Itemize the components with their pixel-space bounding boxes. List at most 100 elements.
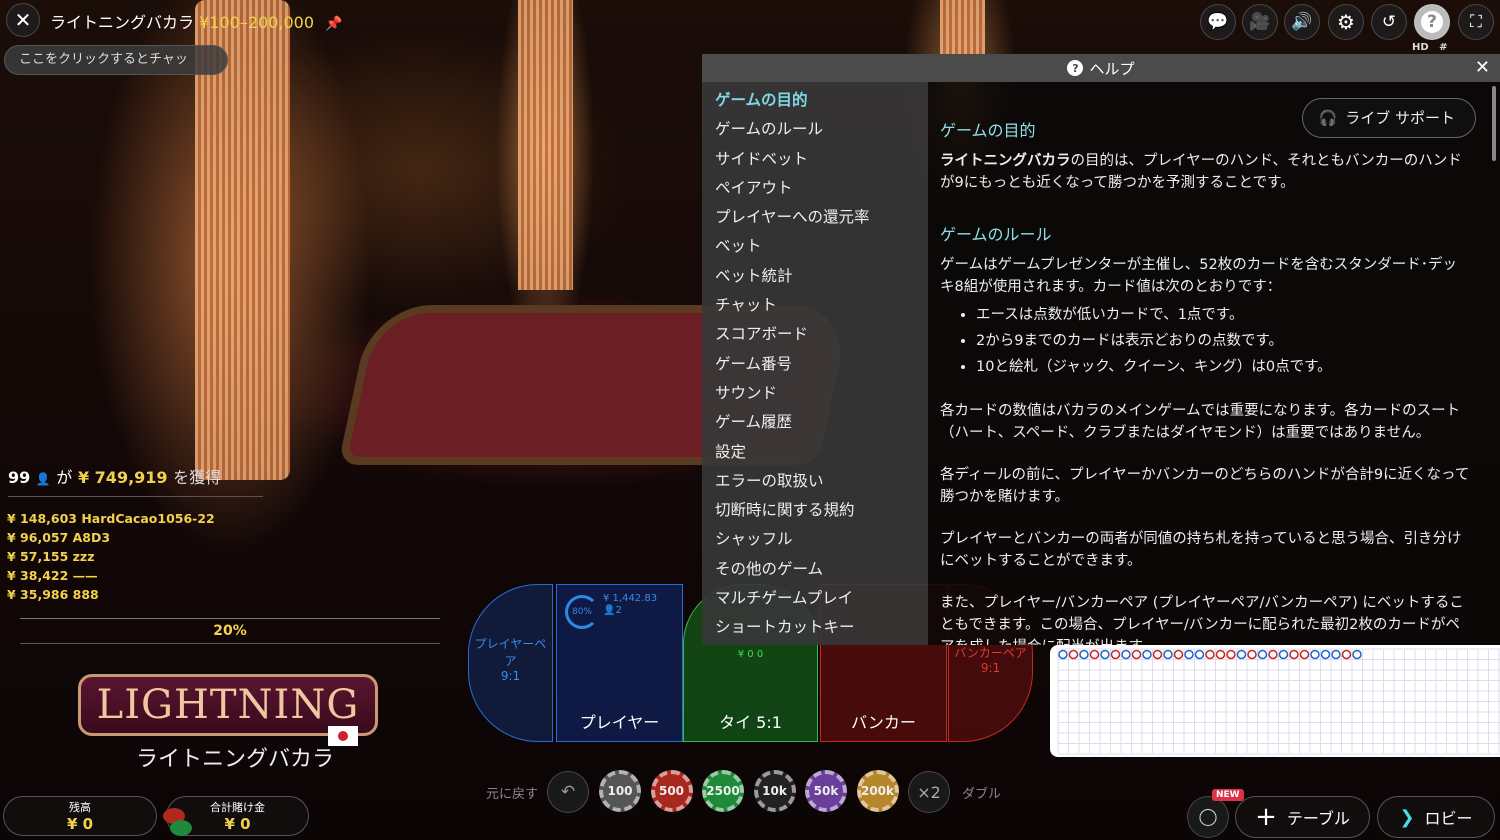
scoreboard[interactable] xyxy=(1050,645,1500,757)
add-table-label: テーブル xyxy=(1286,809,1350,828)
chip-10k[interactable]: 10k xyxy=(753,770,796,812)
help-menu-item[interactable]: その他のゲーム xyxy=(702,555,928,584)
video-button[interactable]: 🎥 xyxy=(1242,4,1278,40)
bead-road-mark xyxy=(1352,649,1362,660)
undo-label: 元に戻す xyxy=(486,787,539,802)
logo-text: LIGHTNING xyxy=(96,682,360,728)
lobby-button[interactable]: ❯ ロビー xyxy=(1377,796,1495,838)
close-help-button[interactable]: ✕ xyxy=(1475,57,1490,78)
pillar xyxy=(940,0,985,60)
close-icon: ✕ xyxy=(14,8,32,32)
live-support-button[interactable]: 🎧 ライブ サポート xyxy=(1301,98,1476,138)
bead-road-mark xyxy=(1079,649,1089,660)
help-menu-item[interactable]: プレイヤーへの還元率 xyxy=(702,203,928,232)
multi-table-button[interactable]: ◯ xyxy=(1187,796,1229,838)
history-button[interactable]: ↺ xyxy=(1371,4,1407,40)
video-icon: 🎥 xyxy=(1249,12,1271,32)
player-bet-percent: 80% xyxy=(565,595,599,629)
help-menu-item[interactable]: スコアボード xyxy=(702,320,928,349)
paragraph: ゲームはゲームプレゼンターが主催し、52枚のカードを含むスタンダード･デッキ8組… xyxy=(940,257,1457,295)
help-title: ヘルプ xyxy=(1089,59,1135,78)
double-button[interactable]: ×2 xyxy=(908,771,950,813)
help-menu-item[interactable]: 切断時に関する規約 xyxy=(702,496,928,525)
paragraph: プレイヤーとバンカーの両者が同値の持ち札を持っていると思う場合、引き分けにベット… xyxy=(940,531,1462,569)
help-menu-item[interactable]: ペイアウト xyxy=(702,174,928,203)
chat-input[interactable]: ここをクリックするとチャッ xyxy=(4,45,228,75)
player-bet-stats: ¥ 1,442.83 👤2 xyxy=(603,593,657,617)
bold-game-name: ライトニングバカラ xyxy=(940,153,1071,169)
person-icon: 👤 xyxy=(35,472,51,486)
sound-icon: 🔊 xyxy=(1291,12,1313,32)
help-menu-item[interactable]: 設定 xyxy=(702,438,928,467)
bead-road-mark xyxy=(1068,649,1079,660)
help-panel: ? ヘルプ ✕ ゲームの目的 ゲームのルール サイドベット ペイアウト プレイヤーへの還… xyxy=(702,54,1500,645)
chip-2500[interactable]: 2500 xyxy=(702,770,744,812)
help-menu-item[interactable]: マルチゲームプレイ xyxy=(702,584,928,613)
paragraph: 各ディールの前に、プレイヤーかバンカーのどちらのハンドが合計9に近くなって勝つか… xyxy=(940,467,1470,505)
bead-road-mark xyxy=(1236,649,1247,660)
paragraph: また、プレイヤー/バンカーペア (プレイヤーペア/バンカーペア) にベットするこ… xyxy=(940,595,1464,645)
settings-button[interactable]: ⚙ xyxy=(1328,4,1364,40)
bead-road-mark xyxy=(1163,649,1173,660)
help-menu-item[interactable]: チャット xyxy=(702,291,928,320)
fullscreen-icon: ⛶ xyxy=(1470,12,1482,32)
sound-button[interactable]: 🔊 xyxy=(1284,4,1320,40)
pin-icon[interactable]: 📌 xyxy=(325,16,342,32)
total-bet-value: ¥ 0 xyxy=(224,815,251,833)
help-menu-item[interactable]: サイドベット xyxy=(702,145,928,174)
chat-icon: 💬 xyxy=(1207,12,1229,32)
help-button[interactable]: ? xyxy=(1414,4,1450,40)
paragraph: 各カードの数値はバカラのメインゲームでは重要になります。各カードのスート（ハート… xyxy=(940,403,1461,441)
logo-subtitle: ライトニングバカラ xyxy=(136,747,335,772)
help-menu-item[interactable]: シャッフル xyxy=(702,525,928,554)
undo-button[interactable]: ↶ xyxy=(547,771,589,813)
title-text: ライトニングバカラ xyxy=(50,13,195,32)
winner-item: ¥ 148,603 HardCacao1056-22 xyxy=(7,511,215,526)
banker-pair-label: バンカーペア xyxy=(954,645,1027,660)
bead-road-mark xyxy=(1289,649,1299,660)
winner-item: ¥ 35,986 888 xyxy=(7,587,99,602)
help-menu-item[interactable]: ベット xyxy=(702,232,928,261)
help-menu-item[interactable]: ショートカットキー xyxy=(702,613,928,642)
winner-count: 99 xyxy=(8,468,31,487)
winnings-total: ¥ 749,919 xyxy=(77,468,168,487)
scrollbar[interactable] xyxy=(1492,86,1496,161)
help-menu-item[interactable]: エラーの取扱い xyxy=(702,467,928,496)
add-table-button[interactable]: + テーブル xyxy=(1235,796,1370,838)
fullscreen-button[interactable]: ⛶ xyxy=(1458,4,1494,40)
chat-button[interactable]: 💬 xyxy=(1200,4,1236,40)
chip-100[interactable]: 100 xyxy=(599,770,641,812)
winner-item: ¥ 38,422 —— xyxy=(7,568,98,583)
card-value-list: エースは点数が低いカードで、1点です。 2から9までのカードは表示どおりの点数で… xyxy=(976,302,1470,380)
help-menu-item[interactable]: ゲーム番号 xyxy=(702,350,928,379)
winner-item: ¥ 96,057 A8D3 xyxy=(7,530,111,545)
close-button[interactable]: ✕ xyxy=(6,3,40,37)
help-menu-item[interactable]: ゲーム履歴 xyxy=(702,408,928,437)
bead-road-mark xyxy=(1142,649,1152,660)
section-heading: ゲームのルール xyxy=(940,225,1052,244)
banker-pair-odds: 9:1 xyxy=(980,660,1001,675)
chip-500[interactable]: 500 xyxy=(650,770,693,812)
help-menu-item[interactable]: ゲームのルール xyxy=(702,115,928,144)
help-menu-item[interactable]: ゲームの目的 xyxy=(702,86,928,115)
help-menu-item[interactable]: ベット統計 xyxy=(702,262,928,291)
bead-road-mark xyxy=(1089,649,1100,660)
scoreboard-grid xyxy=(1057,648,1500,755)
help-content: 🎧 ライブ サポート ゲームの目的 ライトニングバカラの目的は、プレイヤーのハンド… xyxy=(928,82,1500,645)
chip-200k[interactable]: 200k xyxy=(856,770,899,812)
bead-road-mark xyxy=(1205,649,1215,660)
chip-50k[interactable]: 50k xyxy=(805,770,847,812)
bead-road-mark xyxy=(1110,649,1121,660)
pillar xyxy=(518,0,573,290)
player-bet[interactable]: 80% ¥ 1,442.83 👤2 プレイヤー xyxy=(556,584,683,742)
connector-text: が xyxy=(56,468,73,487)
list-item: エースは点数が低いカードで、1点です。 xyxy=(976,302,1470,328)
double-label: ダブル xyxy=(962,787,1002,802)
winner-item: ¥ 57,155 zzz xyxy=(7,549,95,564)
headset-icon: 🎧 xyxy=(1318,109,1338,127)
plus-icon: + xyxy=(1255,802,1277,832)
lightning-percent: 20% xyxy=(20,618,440,644)
person-icon: 👤 xyxy=(603,605,616,616)
help-menu-item[interactable]: サウンド xyxy=(702,379,928,408)
help-icon: ? xyxy=(1421,11,1443,33)
